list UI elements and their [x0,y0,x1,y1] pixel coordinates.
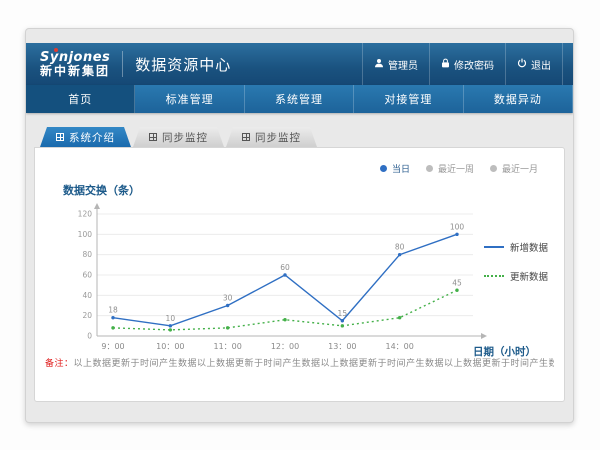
x-tick-label: 14：00 [385,342,413,351]
y-axis-title: 数据交换（条） [63,182,140,198]
y-tick-label: 20 [82,311,92,320]
data-point-label: 45 [452,278,462,287]
y-tick-label: 60 [82,271,92,280]
data-point [398,253,401,256]
data-point [111,316,114,319]
content-panel: 当日 最近一周 最近一月 数据交换（条） 0 20 40 60 80 100 120 9：00… [34,147,565,402]
data-point [455,233,458,236]
grid-icon [56,133,64,141]
app-window: Synjones 新中新集团 数据资源中心 管理员 修改密码 [25,28,574,423]
series-legend: 新增数据 更新数据 [484,240,548,283]
header-actions: 管理员 修改密码 退出 [362,43,573,85]
legend-last-month[interactable]: 最近一月 [490,162,538,175]
series-line-新增数据 [113,234,457,326]
legend-dot-icon [380,165,387,172]
logo-red-dot-icon [54,48,58,52]
tab-sync-monitor-1[interactable]: 同步监控 [133,127,224,147]
time-range-legend: 当日 最近一周 最近一月 [380,162,538,175]
data-point [283,273,286,276]
user-icon [374,58,384,71]
main-nav: 首页 标准管理 系统管理 对接管理 数据异动 [26,85,573,113]
y-tick-label: 0 [87,332,92,341]
power-icon [517,58,527,71]
tab-sync-monitor-2[interactable]: 同步监控 [226,127,317,147]
nav-item-interface-mgmt[interactable]: 对接管理 [354,85,463,113]
user-button[interactable]: 管理员 [362,43,429,85]
legend-today[interactable]: 当日 [380,162,410,175]
data-point-label: 30 [223,294,233,303]
logo-text-en: Synjones [40,51,110,64]
top-header: Synjones 新中新集团 数据资源中心 管理员 修改密码 [26,43,573,85]
tab-bar: 系统介绍 同步监控 同步监控 [40,127,317,147]
y-axis-arrow-icon [94,203,100,209]
data-point [226,304,229,307]
nav-item-home[interactable]: 首页 [26,85,135,113]
data-point [398,316,401,319]
header-divider [122,51,123,77]
footnote-text: 以上数据更新于时间产生数据以上数据更新于时间产生数据以上数据更新于时间产生数据以… [74,359,554,369]
series-line-更新数据 [113,290,457,330]
solid-line-icon [484,246,504,248]
x-tick-label: 9：00 [101,342,124,351]
data-point [455,289,458,292]
x-tick-label: 12：00 [271,342,299,351]
data-point-label: 15 [338,309,348,318]
data-point-label: 100 [450,222,465,231]
series-legend-new-data[interactable]: 新增数据 [484,240,548,254]
grid-icon [149,133,157,141]
x-axis-arrow-icon [481,333,487,339]
change-password-button[interactable]: 修改密码 [429,43,505,85]
nav-item-standard-mgmt[interactable]: 标准管理 [135,85,244,113]
tab-system-intro[interactable]: 系统介绍 [40,127,131,147]
y-tick-label: 40 [82,291,92,300]
nav-item-system-mgmt[interactable]: 系统管理 [245,85,354,113]
lock-icon [441,58,450,71]
data-point [341,324,344,327]
data-point-label: 18 [108,306,118,315]
data-point [283,318,286,321]
nav-item-data-change[interactable]: 数据异动 [464,85,573,113]
x-tick-label: 13：00 [328,342,356,351]
line-chart: 0 20 40 60 80 100 120 9：00 10：00 11：00 12：00 13：00 1… [63,200,495,372]
series-legend-update-data[interactable]: 更新数据 [484,269,548,283]
page-title: 数据资源中心 [135,54,231,75]
y-tick-label: 80 [82,250,92,259]
logout-button[interactable]: 退出 [505,43,563,85]
company-logo: Synjones 新中新集团 [26,51,110,78]
legend-last-week[interactable]: 最近一周 [426,162,474,175]
data-point [169,328,172,331]
grid-icon [242,133,250,141]
data-point [341,319,344,322]
y-tick-label: 120 [78,210,93,219]
legend-dot-icon [490,165,497,172]
data-point [169,324,172,327]
x-tick-label: 10：00 [156,342,184,351]
data-point-label: 10 [166,314,176,323]
footnote-prefix: 备注： [45,359,74,369]
dotted-line-icon [484,275,504,277]
data-point [111,326,114,329]
data-point [226,326,229,329]
chart-area: 0 20 40 60 80 100 120 9：00 10：00 11：00 12：00 13：00 1… [63,200,495,376]
legend-dot-icon [426,165,433,172]
data-point-label: 60 [280,263,290,272]
y-tick-label: 100 [78,230,93,239]
data-point-label: 80 [395,243,405,252]
footnote: 备注：以上数据更新于时间产生数据以上数据更新于时间产生数据以上数据更新于时间产生… [45,356,554,369]
logo-text-cn: 新中新集团 [40,64,110,78]
x-tick-label: 11：00 [213,342,241,351]
